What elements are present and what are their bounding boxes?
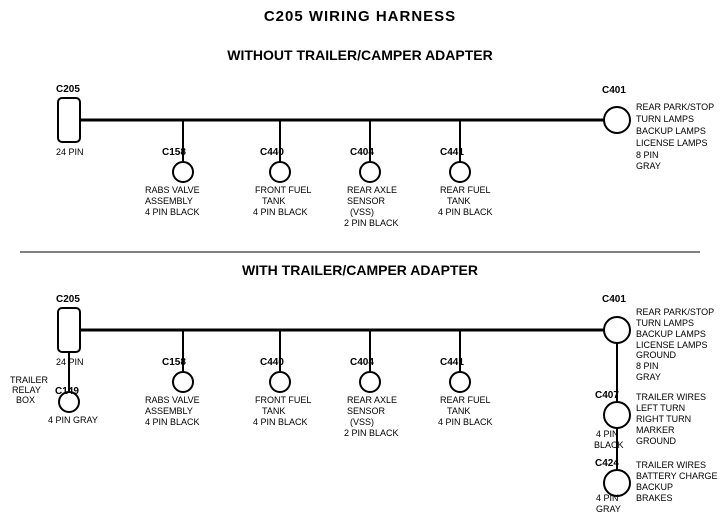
- s2-c149-id: C149: [55, 386, 79, 397]
- s1-c441-label1: REAR FUEL: [440, 185, 491, 195]
- s2-c424-pin1: TRAILER WIRES: [636, 460, 706, 470]
- s2-c205-id: C205: [56, 294, 80, 305]
- s1-c205-pin: 24 PIN: [56, 147, 84, 157]
- s2-c407-pin3: RIGHT TURN: [636, 414, 691, 424]
- s2-c424-pin3: BACKUP: [636, 482, 673, 492]
- s1-c404-label2: SENSOR: [347, 196, 386, 206]
- s2-c407-pin4: MARKER: [636, 425, 675, 435]
- s2-c441-label1: REAR FUEL: [440, 395, 491, 405]
- s2-c407-pinlabel2: BLACK: [594, 440, 624, 450]
- s1-c158-label2: ASSEMBLY: [145, 196, 193, 206]
- s1-c401-pin5: 8 PIN: [636, 150, 659, 160]
- s2-c158-id: C158: [162, 357, 186, 368]
- s1-c401-pin2: TURN LAMPS: [636, 114, 694, 124]
- s2-c401-pin4: LICENSE LAMPS: [636, 340, 708, 350]
- s1-c441-label3: 4 PIN BLACK: [438, 207, 493, 217]
- s1-c440-label2: TANK: [262, 196, 285, 206]
- s2-c401-id: C401: [602, 294, 626, 305]
- s1-c441-label2: TANK: [447, 196, 470, 206]
- s2-c407-id: C407: [595, 390, 619, 401]
- s2-c158-label2: ASSEMBLY: [145, 406, 193, 416]
- s2-c404-label3: (VSS): [350, 417, 374, 427]
- s1-c440-label3: 4 PIN BLACK: [253, 207, 308, 217]
- s2-c401-pinlabel2: GRAY: [636, 372, 661, 382]
- s2-c440-id: C440: [260, 357, 284, 368]
- s1-c158-label1: RABS VALVE: [145, 185, 200, 195]
- s2-c158-label1: RABS VALVE: [145, 395, 200, 405]
- s2-c441-label2: TANK: [447, 406, 470, 416]
- s1-c158-label3: 4 PIN BLACK: [145, 207, 200, 217]
- s2-c404-label1: REAR AXLE: [347, 395, 397, 405]
- s2-c401-pin2: TURN LAMPS: [636, 318, 694, 328]
- s2-c424-pinlabel2: GRAY: [596, 504, 621, 514]
- s2-c158-label3: 4 PIN BLACK: [145, 417, 200, 427]
- s2-c440-label3: 4 PIN BLACK: [253, 417, 308, 427]
- s2-c407-pinlabel1: 4 PIN: [596, 429, 619, 439]
- s2-trailer-relay2: RELAY: [12, 385, 41, 395]
- s2-c424-id: C424: [595, 458, 619, 469]
- s1-c401-pin3: BACKUP LAMPS: [636, 126, 706, 136]
- s2-c407-pin5: GROUND: [636, 436, 676, 446]
- section2-title: WITH TRAILER/CAMPER ADAPTER: [242, 262, 478, 278]
- s2-c424-pin2: BATTERY CHARGE: [636, 471, 718, 481]
- s1-c401-pin1: REAR PARK/STOP: [636, 102, 714, 112]
- s2-c401-pin3: BACKUP LAMPS: [636, 329, 706, 339]
- s2-c407-pin2: LEFT TURN: [636, 403, 685, 413]
- s1-c205-id: C205: [56, 84, 80, 95]
- section1-title: WITHOUT TRAILER/CAMPER ADAPTER: [227, 47, 492, 63]
- s2-c441-label3: 4 PIN BLACK: [438, 417, 493, 427]
- s1-c441-id: C441: [440, 147, 464, 158]
- s1-c401-id: C401: [602, 85, 626, 96]
- s2-c401-pinlabel1: 8 PIN: [636, 361, 659, 371]
- s2-c440-label2: TANK: [262, 406, 285, 416]
- s2-c404-id: C404: [350, 357, 374, 368]
- diagram-container: C205 WIRING HARNESS WITHOUT TRAILER/CAMP…: [0, 0, 720, 517]
- s2-c404-label4: 2 PIN BLACK: [344, 428, 399, 438]
- s2-c149-pin: 4 PIN GRAY: [48, 415, 98, 425]
- s2-c440-label1: FRONT FUEL: [255, 395, 311, 405]
- s1-c401-pin4: LICENSE LAMPS: [636, 138, 708, 148]
- s2-c441-id: C441: [440, 357, 464, 368]
- s2-trailer-relay3: BOX: [16, 395, 35, 405]
- s1-c404-label3: (VSS): [350, 207, 374, 217]
- s1-c401-pin6: GRAY: [636, 161, 661, 171]
- s2-c401-pin1: REAR PARK/STOP: [636, 307, 714, 317]
- wiring-diagram: WITHOUT TRAILER/CAMPER ADAPTER C205 24 P…: [0, 0, 720, 517]
- s2-c407-pin1: TRAILER WIRES: [636, 392, 706, 402]
- s1-c404-label1: REAR AXLE: [347, 185, 397, 195]
- s1-c404-id: C404: [350, 147, 374, 158]
- s1-c404-label4: 2 PIN BLACK: [344, 218, 399, 228]
- s2-c424-pinlabel1: 4 PIN: [596, 493, 619, 503]
- s1-c158-id: C158: [162, 147, 186, 158]
- s1-c440-id: C440: [260, 147, 284, 158]
- s1-c440-label1: FRONT FUEL: [255, 185, 311, 195]
- s2-trailer-relay: TRAILER: [10, 375, 49, 385]
- s2-c404-label2: SENSOR: [347, 406, 386, 416]
- s2-c401-pin5: GROUND: [636, 350, 676, 360]
- s2-c424-pin4: BRAKES: [636, 493, 673, 503]
